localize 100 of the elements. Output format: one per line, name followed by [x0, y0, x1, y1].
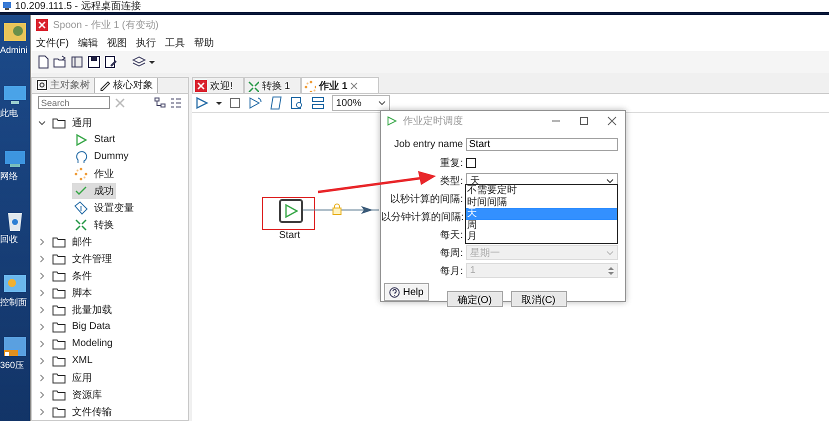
menu-item[interactable]: 文件(F): [36, 36, 69, 50]
expand-icon[interactable]: [38, 356, 46, 364]
list-icon[interactable]: [170, 96, 182, 109]
expand-icon[interactable]: [38, 408, 46, 416]
window-title: 10.209.111.5 - 远程桌面连接: [15, 0, 141, 13]
desktop-icon-label: 回收: [0, 234, 18, 245]
hierarchy-icon[interactable]: [154, 96, 166, 109]
chevron-icon: [378, 99, 386, 107]
save-as-icon[interactable]: [104, 55, 118, 69]
search-field[interactable]: Search: [38, 96, 110, 110]
tag-icon: [74, 200, 88, 214]
folder-icon: [52, 116, 66, 128]
archive-icon[interactable]: [2, 334, 28, 358]
tree-folder[interactable]: 邮件: [72, 234, 92, 248]
document-icon[interactable]: [70, 55, 84, 69]
expand-icon[interactable]: [38, 272, 46, 280]
cross-arrows-icon: [246, 80, 259, 92]
tree-item[interactable]: 成功: [72, 182, 116, 198]
desktop-icon-label: 360压: [0, 360, 24, 371]
dropdown-option[interactable]: 不需要定时: [466, 185, 617, 196]
menu-item[interactable]: 帮助: [194, 36, 214, 50]
folder-icon: [52, 270, 66, 282]
folder-icon: [52, 320, 66, 332]
help-button[interactable]: Help: [384, 283, 429, 301]
menu-item[interactable]: 编辑: [78, 36, 98, 50]
tree-folder[interactable]: Modeling: [72, 338, 113, 349]
expand-icon[interactable]: [38, 254, 46, 262]
tree-folder[interactable]: 条件: [72, 268, 92, 282]
collapse-icon[interactable]: [38, 118, 46, 126]
expand-icon[interactable]: [38, 238, 46, 246]
expand-icon[interactable]: [38, 374, 46, 382]
search-log-icon[interactable]: [290, 96, 304, 110]
editor-tab[interactable]: 欢迎!: [192, 77, 244, 93]
tree-folder[interactable]: XML: [72, 355, 93, 366]
dropdown-option[interactable]: 时间间隔: [466, 196, 617, 208]
editor-tab[interactable]: 转换 1: [244, 77, 302, 93]
maximize-icon[interactable]: [579, 116, 589, 126]
field-label: 每周:: [439, 246, 463, 260]
dropdown-option[interactable]: 月: [466, 231, 617, 242]
close-icon[interactable]: [607, 116, 617, 126]
dialog-button[interactable]: 取消(C): [510, 291, 567, 307]
expand-icon[interactable]: [38, 306, 46, 314]
replay-icon[interactable]: [248, 96, 262, 110]
dropdown-option[interactable]: 周: [466, 220, 617, 231]
field-label: Job entry name: [393, 139, 463, 150]
tree-folder[interactable]: 应用: [72, 370, 92, 384]
tree-item[interactable]: 转换: [72, 216, 116, 232]
pencil-icon: [99, 79, 111, 92]
tree-item[interactable]: 作业: [72, 166, 116, 182]
checkbox[interactable]: [466, 158, 476, 168]
tree-folder[interactable]: 脚本: [72, 286, 92, 300]
tree-folder[interactable]: 文件管理: [72, 252, 112, 266]
start-node[interactable]: [279, 199, 303, 223]
layers-icon[interactable]: [132, 55, 146, 69]
desktop-icon-label: 控制面: [0, 297, 27, 308]
expand-icon[interactable]: [38, 322, 46, 330]
expand-icon[interactable]: [38, 288, 46, 296]
field-label: 每月:: [439, 264, 463, 278]
layout-icon[interactable]: [311, 96, 325, 110]
app-logo-icon: [36, 19, 48, 31]
text-field[interactable]: Start: [466, 138, 618, 151]
field-label: 每天:: [439, 228, 463, 242]
zoom-select[interactable]: 100%: [332, 95, 390, 111]
editor-tab[interactable]: 作业 1: [301, 77, 380, 93]
dots-icon: [74, 166, 88, 180]
tree-item[interactable]: Start: [72, 132, 118, 148]
tree-folder[interactable]: 通用: [72, 116, 92, 130]
folder-icon: [52, 286, 66, 298]
check-icon: [74, 184, 88, 198]
close-icon[interactable]: [350, 82, 358, 90]
run-icon[interactable]: [195, 96, 209, 110]
folder-icon: [52, 252, 66, 264]
tree-item[interactable]: 设置变量: [72, 200, 136, 216]
expand-icon[interactable]: [38, 340, 46, 348]
field-label: 重复:: [439, 156, 463, 170]
folder-icon: [52, 338, 66, 350]
folder-icon: [52, 354, 66, 366]
menu-item[interactable]: 执行: [136, 36, 156, 50]
expand-icon[interactable]: [38, 390, 46, 398]
tree-folder[interactable]: 批量加载: [72, 302, 112, 316]
dialog-button[interactable]: 确定(O): [446, 291, 503, 307]
tree-item[interactable]: Dummy: [72, 148, 130, 164]
hop-arrow[interactable]: [303, 205, 379, 215]
script-icon[interactable]: [269, 96, 283, 110]
folder-icon: [52, 304, 66, 316]
new-file-icon[interactable]: [36, 55, 50, 69]
panel-tab[interactable]: 核心对象: [95, 78, 158, 93]
desktop-icon-label: Admini: [0, 45, 28, 56]
menu-item[interactable]: 工具: [164, 36, 185, 50]
tree-folder[interactable]: 资源库: [72, 388, 102, 402]
dots-icon: [304, 80, 316, 92]
open-folder-icon[interactable]: [53, 55, 67, 69]
folder-icon: [52, 372, 66, 384]
stop-icon[interactable]: [229, 97, 241, 109]
remote-desktop-icon: [2, 1, 12, 11]
folder-icon: [52, 236, 66, 248]
tree-folder[interactable]: 文件传输: [72, 404, 112, 418]
save-icon[interactable]: [87, 55, 101, 69]
tree-folder[interactable]: Big Data: [72, 321, 110, 332]
menu-item[interactable]: 视图: [106, 36, 127, 50]
